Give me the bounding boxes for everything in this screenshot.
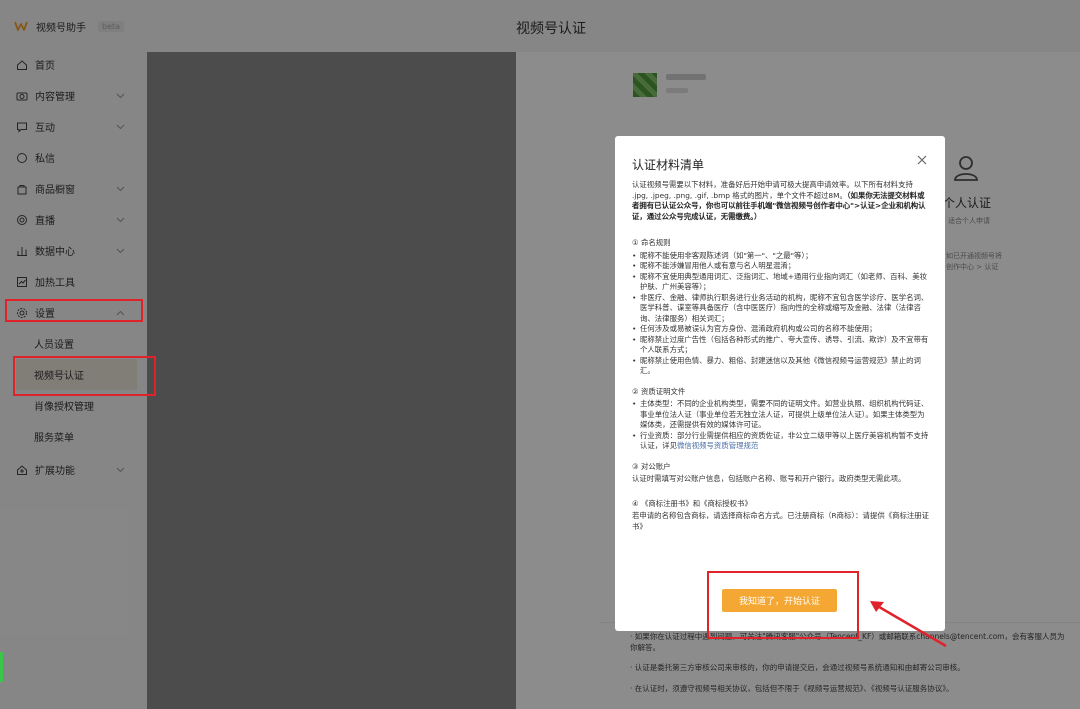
annotation-box-verification <box>13 356 156 396</box>
list-item: 昵称禁止使用色情、暴力、粗俗、封建迷信以及其他《微信视频号运营规范》禁止的词汇。 <box>632 356 930 377</box>
section-text: 认证时需填写对公账户信息，包括账户名称、账号和开户银行。政府类型无需此项。 <box>632 474 906 484</box>
list-item: 非医疗、金融、律师执行职务进行业务活动的机构，昵称不宜包含医学诊疗、医学名词、医… <box>632 293 930 325</box>
section-title: ① 命名规则 <box>632 238 671 248</box>
list-item: 行业资质：部分行业需提供相应的资质佐证，非公立二级甲等以上医疗美容机构暂不支持认… <box>632 431 930 452</box>
naming-rules-list: 昵称不能使用非客观陈述词（如"第一"、"之最"等）； 昵称不能涉嫌冒用他人或有意… <box>632 251 930 377</box>
list-item: 昵称不宜使用典型通用词汇、泛指词汇、地域+通用行业指向词汇（如老师、百科、美妆护… <box>632 272 930 293</box>
list-item: 主体类型：不同的企业机构类型，需要不同的证明文件。如营业执照、组织机构代码证、事… <box>632 399 930 431</box>
section-title: ④ 《商标注册书》和《商标授权书》 <box>632 498 752 508</box>
section-title: ② 资质证明文件 <box>632 386 686 396</box>
qualification-list: 主体类型：不同的企业机构类型，需要不同的证明文件。如营业执照、组织机构代码证、事… <box>632 399 930 452</box>
materials-checklist-modal: 认证材料清单 认证视频号需要以下材料，准备好后开始申请可极大提高申请效率。以下所… <box>615 136 945 631</box>
close-icon[interactable] <box>916 154 928 166</box>
list-item: 任何涉及或易被误认为官方身份、混淆政府机构或公司的名称不能使用； <box>632 324 930 335</box>
modal-title: 认证材料清单 <box>632 158 705 172</box>
qualification-spec-link[interactable]: 微信视频号资质管理规范 <box>677 441 758 450</box>
edge-indicator <box>0 652 3 682</box>
list-item: 昵称禁止过度广告性（包括各种形式的推广、夸大宣传、诱导、引流、欺诈）及不宜带有个… <box>632 335 930 356</box>
modal-body: 认证视频号需要以下材料，准备好后开始申请可极大提高申请效率。以下所有材料支持 .… <box>632 180 930 532</box>
section-title: ③ 对公账户 <box>632 461 671 471</box>
list-item: 昵称不能涉嫌冒用他人或有意与名人明星混淆； <box>632 261 930 272</box>
annotation-box-settings <box>5 299 143 322</box>
section-text: 若申请的名称包含商标，请选择商标命名方式。已注册商标（R商标）：请提供《商标注册… <box>632 511 930 531</box>
modal-intro: 认证视频号需要以下材料，准备好后开始申请可极大提高申请效率。以下所有材料支持 .… <box>632 180 930 222</box>
annotation-arrow-icon <box>870 601 947 648</box>
annotation-box-confirm <box>707 571 859 639</box>
list-item: 昵称不能使用非客观陈述词（如"第一"、"之最"等）； <box>632 251 930 262</box>
